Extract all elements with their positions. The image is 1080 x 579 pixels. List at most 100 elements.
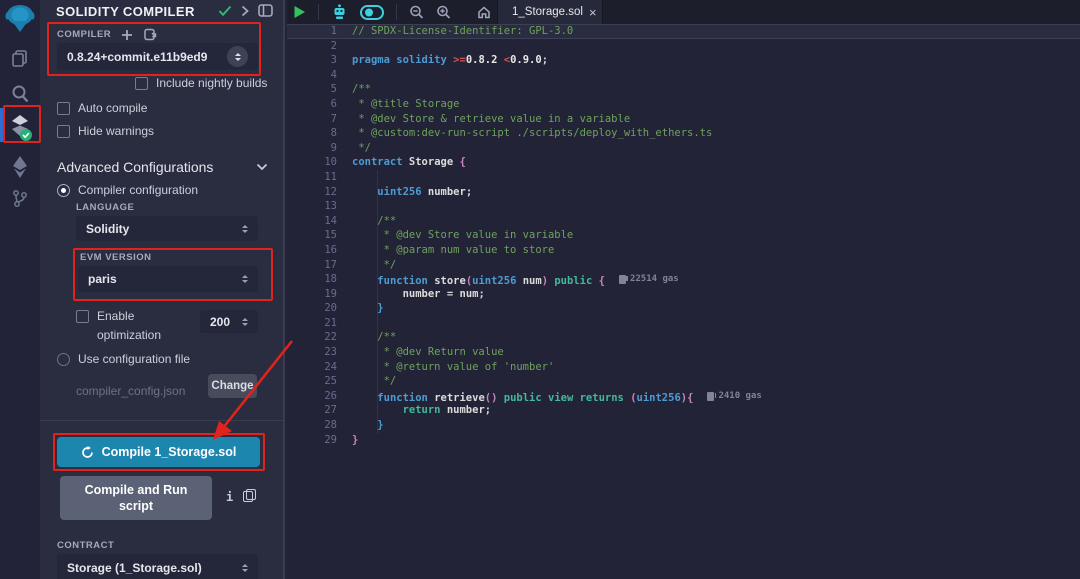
editor-top-bar: Home 1_Storage.sol × bbox=[287, 0, 1080, 24]
gas-pump-icon bbox=[619, 275, 626, 284]
code-line-12[interactable]: 12 uint256 number; bbox=[287, 185, 1080, 200]
code-line-6[interactable]: 6 * @title Storage bbox=[287, 97, 1080, 112]
line-number: 15 bbox=[287, 228, 337, 243]
gas-estimate-badge: 22514 gas bbox=[619, 272, 679, 287]
tab-storage-sol[interactable]: 1_Storage.sol × bbox=[497, 0, 603, 24]
compiler-version-select[interactable]: 0.8.24+commit.e11b9ed9 bbox=[57, 43, 258, 70]
indent-guide bbox=[377, 170, 378, 434]
line-number: 29 bbox=[287, 433, 337, 448]
use-config-file-radio[interactable] bbox=[57, 353, 70, 366]
line-number: 20 bbox=[287, 301, 337, 316]
code-line-21[interactable]: 21 bbox=[287, 316, 1080, 331]
code-line-20[interactable]: 20 } bbox=[287, 301, 1080, 316]
pin-panel-icon[interactable] bbox=[258, 4, 273, 17]
auto-compile-checkbox[interactable] bbox=[57, 102, 70, 115]
code-line-16[interactable]: 16 * @param num value to store bbox=[287, 243, 1080, 258]
gas-pump-icon bbox=[707, 392, 714, 401]
code-line-3[interactable]: 3pragma solidity >=0.8.2 <0.9.0; bbox=[287, 53, 1080, 68]
code-line-17[interactable]: 17 */ bbox=[287, 258, 1080, 273]
chevron-down-icon[interactable] bbox=[256, 163, 268, 171]
remix-logo[interactable] bbox=[0, 4, 40, 34]
close-tab-icon[interactable]: × bbox=[589, 6, 597, 19]
language-select[interactable]: Solidity bbox=[76, 216, 258, 241]
code-line-14[interactable]: 14 /** bbox=[287, 214, 1080, 229]
code-line-13[interactable]: 13 bbox=[287, 199, 1080, 214]
compiler-version-value: 0.8.24+commit.e11b9ed9 bbox=[67, 50, 227, 64]
enable-optimization-checkbox[interactable] bbox=[76, 310, 89, 323]
copy-icon[interactable] bbox=[243, 489, 254, 501]
zoom-in-icon[interactable] bbox=[430, 0, 457, 24]
copilot-toggle[interactable] bbox=[354, 0, 390, 24]
line-number: 16 bbox=[287, 243, 337, 258]
evm-version-value: paris bbox=[88, 272, 242, 286]
code-line-8[interactable]: 8 * @custom:dev-run-script ./scripts/dep… bbox=[287, 126, 1080, 141]
code-line-19[interactable]: 19 number = num; bbox=[287, 287, 1080, 302]
code-line-9[interactable]: 9 */ bbox=[287, 141, 1080, 156]
code-line-7[interactable]: 7 * @dev Store & retrieve value in a var… bbox=[287, 112, 1080, 127]
ai-copilot-icon[interactable] bbox=[325, 0, 354, 24]
contract-section-label: CONTRACT bbox=[57, 540, 114, 551]
search-icon[interactable] bbox=[0, 84, 40, 104]
zoom-out-icon[interactable] bbox=[403, 0, 430, 24]
active-tab-label: 1_Storage.sol bbox=[512, 6, 583, 18]
contract-select[interactable]: Storage (1_Storage.sol) bbox=[57, 554, 258, 579]
compiler-version-stepper-icon[interactable] bbox=[227, 46, 248, 67]
change-config-button[interactable]: Change bbox=[208, 374, 257, 398]
code-line-15[interactable]: 15 * @dev Store value in variable bbox=[287, 228, 1080, 243]
code-line-2[interactable]: 2 bbox=[287, 39, 1080, 54]
code-line-22[interactable]: 22 /** bbox=[287, 330, 1080, 345]
code-line-29[interactable]: 29} bbox=[287, 433, 1080, 448]
nightly-builds-checkbox[interactable] bbox=[135, 77, 148, 90]
line-number: 1 bbox=[287, 24, 337, 39]
code-line-10[interactable]: 10contract Storage { bbox=[287, 155, 1080, 170]
add-compiler-icon[interactable] bbox=[121, 29, 133, 41]
run-script-button[interactable] bbox=[287, 0, 312, 24]
line-number: 5 bbox=[287, 82, 337, 97]
line-number: 14 bbox=[287, 214, 337, 229]
solidity-compiler-icon[interactable] bbox=[0, 112, 40, 142]
evm-version-select[interactable]: paris bbox=[78, 266, 258, 292]
enable-optimization-label: Enable optimization bbox=[97, 307, 179, 344]
advanced-configurations-title[interactable]: Advanced Configurations bbox=[57, 159, 248, 175]
code-line-28[interactable]: 28 } bbox=[287, 418, 1080, 433]
code-line-18[interactable]: 18 function store(uint256 num) public {2… bbox=[287, 272, 1080, 287]
line-number: 11 bbox=[287, 170, 337, 185]
code-line-23[interactable]: 23 * @dev Return value bbox=[287, 345, 1080, 360]
hide-warnings-label: Hide warnings bbox=[78, 124, 154, 138]
hide-warnings-checkbox[interactable] bbox=[57, 125, 70, 138]
language-label: LANGUAGE bbox=[76, 202, 134, 213]
file-explorer-icon[interactable] bbox=[0, 48, 40, 68]
deploy-run-icon[interactable] bbox=[0, 155, 40, 179]
home-icon bbox=[477, 6, 491, 19]
compile-button[interactable]: Compile 1_Storage.sol bbox=[57, 437, 260, 467]
code-line-26[interactable]: 26 function retrieve() public view retur… bbox=[287, 389, 1080, 404]
gas-estimate-badge: 2410 gas bbox=[707, 389, 761, 404]
git-icon[interactable] bbox=[0, 189, 40, 209]
line-number: 18 bbox=[287, 272, 337, 287]
code-line-27[interactable]: 27 return number; bbox=[287, 403, 1080, 418]
compiler-configuration-radio[interactable] bbox=[57, 184, 70, 197]
info-icon[interactable]: i bbox=[226, 490, 233, 504]
recompile-icon bbox=[81, 446, 94, 459]
evm-version-label: EVM VERSION bbox=[80, 252, 152, 263]
compile-and-run-button[interactable]: Compile and Run script bbox=[60, 476, 212, 520]
code-line-1[interactable]: 1// SPDX-License-Identifier: GPL-3.0 bbox=[287, 24, 1080, 39]
line-number: 10 bbox=[287, 155, 337, 170]
code-line-5[interactable]: 5/** bbox=[287, 82, 1080, 97]
code-line-24[interactable]: 24 * @return value of 'number' bbox=[287, 360, 1080, 375]
panel-title: SOLIDITY COMPILER bbox=[56, 4, 195, 19]
code-line-25[interactable]: 25 */ bbox=[287, 374, 1080, 389]
language-value: Solidity bbox=[86, 222, 242, 236]
nightly-builds-label: Include nightly builds bbox=[156, 76, 267, 90]
download-compiler-icon[interactable] bbox=[143, 28, 157, 41]
line-number: 24 bbox=[287, 360, 337, 375]
line-number: 8 bbox=[287, 126, 337, 141]
optimization-runs-value: 200 bbox=[210, 315, 230, 329]
config-filename: compiler_config.json bbox=[76, 384, 185, 398]
code-line-4[interactable]: 4 bbox=[287, 68, 1080, 83]
line-number: 22 bbox=[287, 330, 337, 345]
code-editor[interactable]: 1// SPDX-License-Identifier: GPL-3.023pr… bbox=[287, 24, 1080, 579]
code-line-11[interactable]: 11 bbox=[287, 170, 1080, 185]
chevron-right-icon[interactable] bbox=[241, 5, 249, 17]
optimization-runs-input[interactable]: 200 bbox=[200, 310, 258, 333]
